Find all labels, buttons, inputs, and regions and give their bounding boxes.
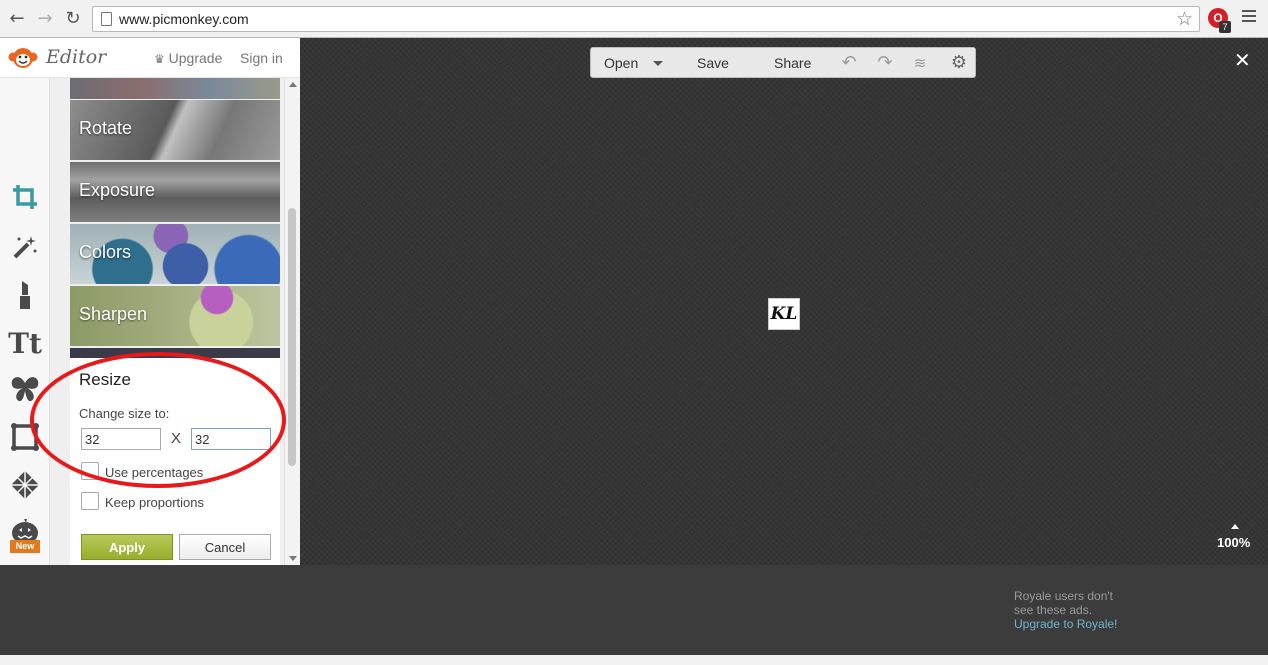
tile-sharpen[interactable]: Sharpen	[70, 286, 280, 346]
resize-panel: Resize Change size to: X Use percentages…	[70, 358, 280, 565]
monkey-logo-icon[interactable]	[8, 46, 38, 70]
frame-icon[interactable]	[8, 420, 42, 454]
resize-title: Resize	[79, 370, 131, 389]
apply-button[interactable]: Apply	[81, 534, 173, 560]
url-text: www.picmonkey.com	[119, 11, 249, 27]
back-arrow-icon[interactable]: ←	[6, 8, 28, 30]
lipstick-touchup-icon[interactable]	[8, 278, 42, 312]
use-percentages-label[interactable]: Use percentages	[105, 465, 203, 480]
sidebar-header: Editor ♛ Upgrade Sign in	[0, 38, 300, 78]
use-percentages-checkbox[interactable]	[81, 462, 99, 480]
keep-proportions-label[interactable]: Keep proportions	[105, 495, 204, 510]
page-icon	[101, 12, 112, 26]
height-input[interactable]	[191, 428, 271, 450]
tile-colors[interactable]: Colors	[70, 224, 280, 284]
open-menu[interactable]: Open	[604, 55, 638, 71]
crown-icon: ♛	[154, 52, 165, 66]
tile-label: Rotate	[79, 118, 133, 138]
extension-badge: 7	[1219, 21, 1231, 33]
ad-note: Royale users don't see these ads.	[1014, 589, 1114, 617]
dimension-separator: X	[171, 430, 182, 447]
reload-icon[interactable]: ↻	[62, 8, 84, 30]
change-size-label: Change size to:	[79, 406, 170, 421]
sign-in-link[interactable]: Sign in	[240, 50, 283, 66]
bookmark-star-icon[interactable]: ☆	[1176, 8, 1193, 30]
canvas-image[interactable]: KL	[768, 298, 800, 330]
address-bar[interactable]: www.picmonkey.com ☆	[92, 6, 1200, 32]
ad-area: Royale users don't see these ads. Upgrad…	[0, 565, 1268, 655]
upgrade-link[interactable]: ♛ Upgrade	[154, 50, 222, 66]
magic-wand-icon[interactable]	[8, 230, 42, 264]
tile-label: Colors	[79, 242, 132, 262]
width-input[interactable]	[81, 428, 161, 450]
zoom-level[interactable]: 100%	[1217, 535, 1250, 550]
butterfly-overlay-icon[interactable]	[8, 372, 42, 406]
texture-icon[interactable]	[8, 468, 42, 502]
tile-label: Sharpen	[79, 304, 148, 324]
share-button[interactable]: Share	[774, 55, 811, 71]
save-button[interactable]: Save	[697, 55, 729, 71]
bottom-strip	[0, 655, 1268, 665]
editor-canvas[interactable]: Open Save Share ↶ ↷ ≋ ⚙ ✕ KL 100%	[300, 38, 1268, 565]
tool-rail: Tt New	[0, 78, 50, 565]
sidebar-scrollbar[interactable]	[284, 78, 300, 565]
new-badge: New	[10, 540, 40, 553]
undo-icon[interactable]: ↶	[838, 52, 860, 74]
browser-menu-icon[interactable]	[1242, 10, 1256, 24]
close-icon[interactable]: ✕	[1234, 48, 1251, 72]
browser-toolbar: ← → ↻ www.picmonkey.com ☆ O 7	[0, 0, 1268, 38]
scroll-down-arrow-icon[interactable]	[289, 556, 297, 561]
crop-tool-icon[interactable]	[8, 180, 42, 214]
settings-gear-icon[interactable]: ⚙	[948, 52, 970, 74]
upgrade-to-royale-link[interactable]: Upgrade to Royale!	[1014, 617, 1117, 631]
open-dropdown-caret-icon[interactable]	[653, 61, 663, 66]
tile-exposure[interactable]: Exposure	[70, 162, 280, 222]
tile-crop-partial[interactable]	[70, 78, 280, 99]
cancel-button[interactable]: Cancel	[179, 534, 271, 560]
forward-arrow-icon[interactable]: →	[34, 8, 56, 30]
text-tool-icon[interactable]: Tt	[8, 326, 42, 360]
scroll-up-arrow-icon[interactable]	[289, 82, 297, 87]
tile-label: Exposure	[79, 180, 156, 200]
keep-proportions-checkbox[interactable]	[81, 492, 99, 510]
upgrade-label: Upgrade	[168, 50, 223, 66]
basic-edits-list: Rotate Exposure Colors Sharpen Resize Ch…	[50, 78, 284, 565]
editor-sidebar: Editor ♛ Upgrade Sign in Tt New Rotate E…	[0, 38, 300, 565]
scroll-thumb[interactable]	[288, 208, 296, 466]
editor-toolbar: Open Save Share ↶ ↷ ≋ ⚙	[590, 47, 976, 78]
tile-rotate[interactable]: Rotate	[70, 100, 280, 160]
layers-icon[interactable]: ≋	[909, 52, 931, 74]
redo-icon[interactable]: ↷	[874, 52, 896, 74]
zoom-up-arrow-icon[interactable]	[1231, 524, 1239, 529]
editor-logo-text: Editor	[46, 46, 107, 68]
